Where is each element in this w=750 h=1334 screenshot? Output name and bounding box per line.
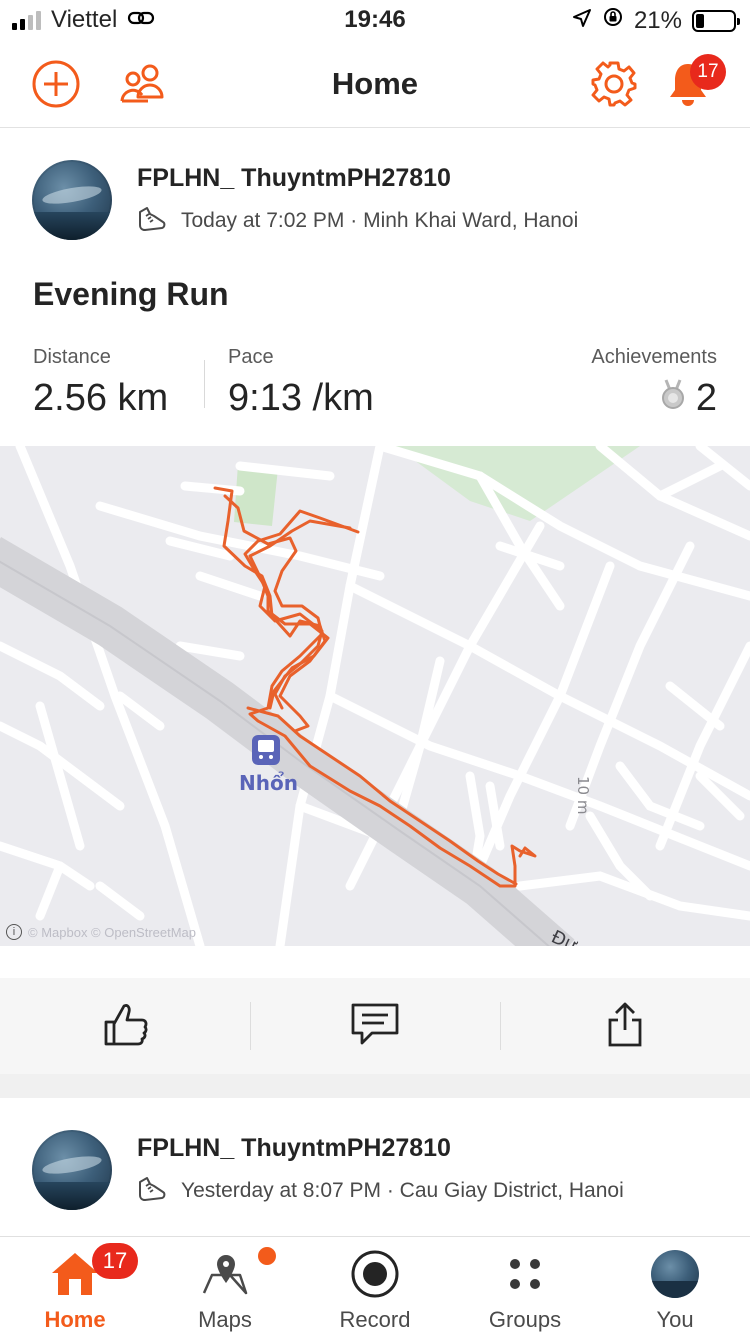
attribution-text: © Mapbox © OpenStreetMap (28, 924, 197, 940)
stat-divider (204, 360, 205, 408)
pace-value: 9:13 /km (228, 377, 374, 419)
notification-badge: 17 (690, 54, 726, 90)
tab-record[interactable]: Record (300, 1237, 450, 1334)
athlete-name[interactable]: FPLHN_ ThuyntmPH27810 (137, 164, 451, 193)
pace-stat: Pace 9:13 /km (228, 346, 374, 420)
groups-dots-icon (503, 1249, 547, 1299)
home-badge: 17 (92, 1243, 138, 1279)
pace-label: Pace (228, 346, 274, 368)
timestamp-location: Yesterday at 8:07 PM · Cau Giay District… (181, 1179, 624, 1202)
top-navigation: Home 17 (0, 40, 750, 128)
share-button[interactable] (500, 978, 750, 1074)
activity-title[interactable]: Evening Run (33, 276, 229, 313)
activity-meta: Yesterday at 8:07 PM · Cau Giay District… (137, 1174, 624, 1208)
station-label: Nhổn (239, 771, 298, 795)
avatar (651, 1250, 699, 1298)
maps-notification-dot (258, 1247, 276, 1265)
rotation-lock-icon (602, 6, 624, 35)
comment-icon (350, 1002, 400, 1051)
distance-label: Distance (33, 346, 111, 368)
road-label: 10 m (574, 776, 592, 814)
activity-card[interactable]: FPLHN_ ThuyntmPH27810 Yesterday at 8:07 … (0, 1098, 750, 1236)
status-bar: Viettel 19:46 21% (0, 0, 750, 40)
share-icon (605, 1000, 645, 1053)
distance-stat: Distance 2.56 km (33, 346, 168, 420)
running-shoe-icon (137, 1174, 167, 1208)
avatar[interactable] (32, 160, 112, 240)
tab-home[interactable]: 17 Home (0, 1237, 150, 1334)
achievements-label: Achievements (591, 346, 717, 368)
running-shoe-icon (137, 204, 167, 238)
avatar[interactable] (32, 1130, 112, 1210)
athlete-name[interactable]: FPLHN_ ThuyntmPH27810 (137, 1134, 451, 1163)
tab-label: Groups (488, 1307, 562, 1332)
gear-icon[interactable] (588, 58, 640, 110)
battery-icon (692, 9, 740, 32)
separator (0, 946, 750, 978)
bottom-tab-bar: 17 Home Maps Record Groups You (0, 1236, 750, 1334)
comment-button[interactable] (250, 978, 500, 1074)
kudos-button[interactable] (0, 978, 250, 1074)
battery-percent: 21% (633, 6, 682, 34)
map-pin-icon (200, 1249, 250, 1299)
tab-label: Record (339, 1307, 411, 1332)
tab-label: Maps (198, 1307, 252, 1332)
distance-value: 2.56 km (33, 377, 169, 419)
train-station-icon[interactable] (252, 735, 280, 765)
map-attribution[interactable]: i © Mapbox © OpenStreetMap (6, 924, 196, 940)
tab-you[interactable]: You (600, 1237, 750, 1334)
tab-label: You (656, 1307, 694, 1332)
tab-groups[interactable]: Groups (450, 1237, 600, 1334)
bell-icon[interactable]: 17 (662, 54, 726, 110)
tab-maps[interactable]: Maps (150, 1237, 300, 1334)
location-arrow-icon (572, 7, 592, 35)
thumbs-up-icon (100, 1000, 150, 1053)
feed-separator (0, 1074, 750, 1098)
activity-map[interactable]: 10 m Đư Nhổn i © Mapbox © OpenStreetMap (0, 446, 750, 946)
medal-icon (660, 377, 686, 420)
achievements-value: 2 (695, 377, 717, 419)
achievements-stat: Achievements 2 (591, 346, 717, 420)
action-bar (0, 978, 750, 1074)
timestamp-location: Today at 7:02 PM · Minh Khai Ward, Hanoi (181, 209, 579, 232)
tab-label: Home (44, 1307, 106, 1332)
activity-meta: Today at 7:02 PM · Minh Khai Ward, Hanoi (137, 204, 578, 238)
info-icon[interactable]: i (6, 924, 22, 940)
record-icon (350, 1249, 400, 1299)
